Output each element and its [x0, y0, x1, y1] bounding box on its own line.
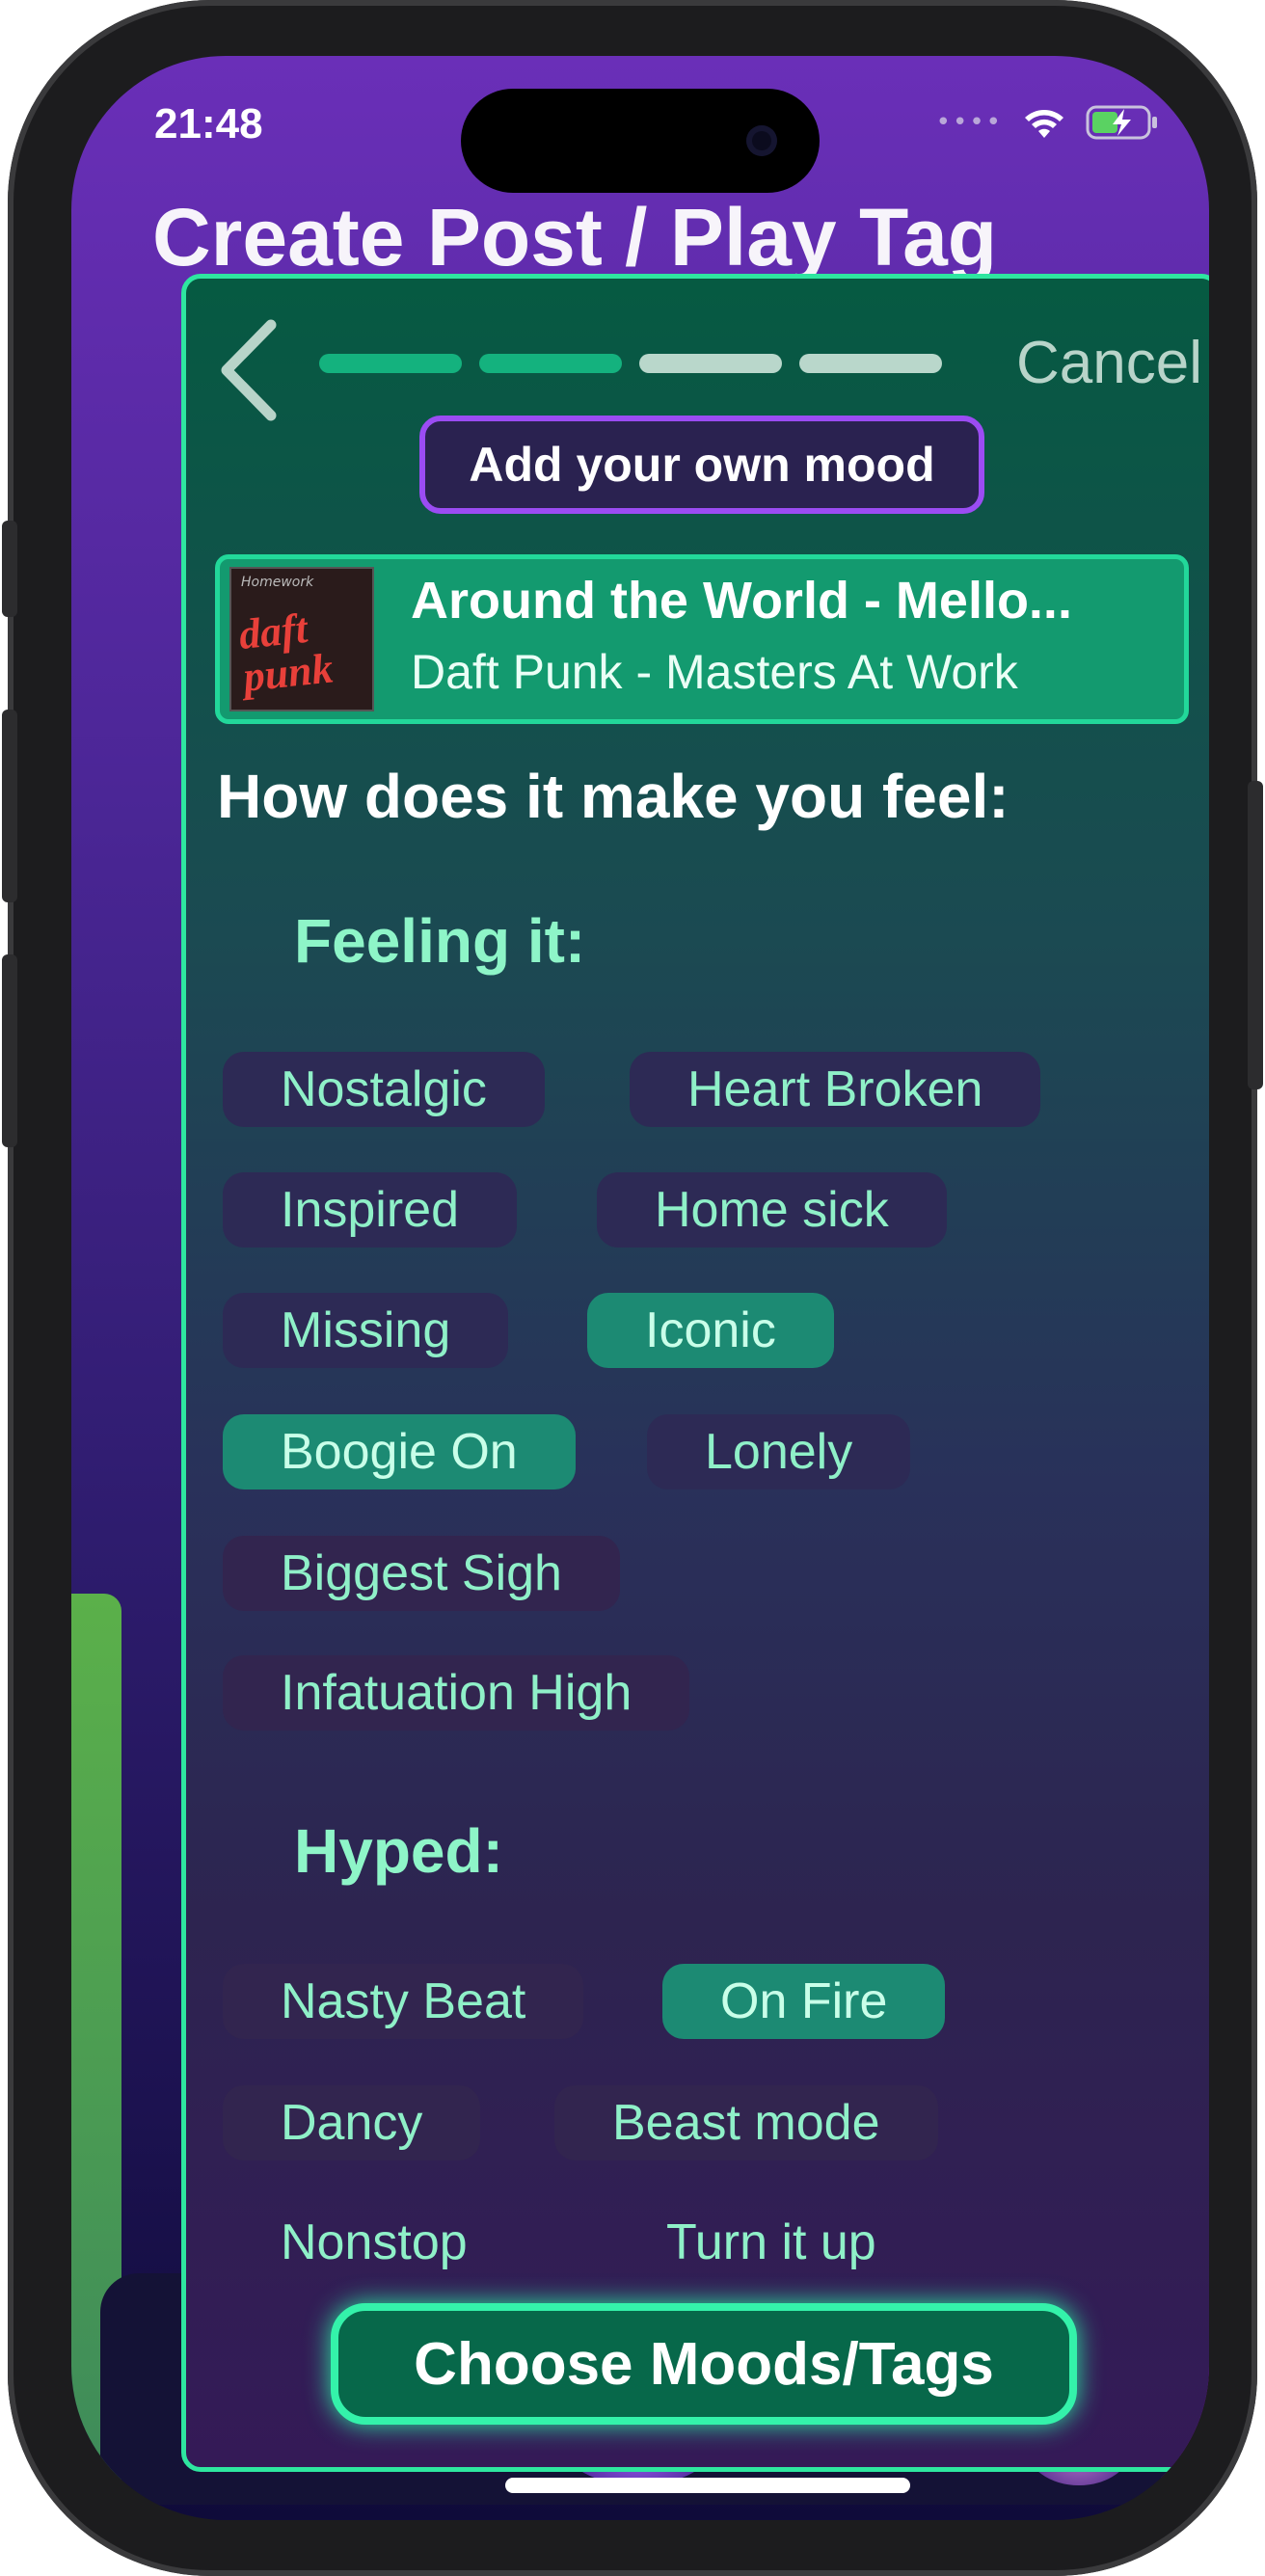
song-title: Around the World - Mello... [411, 572, 1072, 630]
progress-segment-complete [319, 354, 462, 373]
mood-chip[interactable]: Dancy [223, 2085, 481, 2160]
status-indicators: •••• [936, 104, 1159, 141]
mood-chip[interactable]: Nonstop [223, 2205, 525, 2280]
back-button[interactable] [215, 317, 283, 423]
cancel-button[interactable]: Cancel [1016, 329, 1202, 397]
mood-chip[interactable]: Home sick [597, 1172, 947, 1248]
phone-frame: Create Post / Play Tag 21:48 •••• Cancel… [2, 0, 1263, 2576]
add-own-mood-button[interactable]: Add your own mood [419, 416, 984, 514]
battery-charging-icon [1086, 105, 1157, 140]
mood-chip[interactable]: Nasty Beat [223, 1964, 584, 2039]
silent-switch [2, 521, 17, 617]
mood-chip[interactable]: Missing [223, 1293, 509, 1368]
mood-chip[interactable]: Turn it up [608, 2205, 934, 2280]
mood-chip[interactable]: Infatuation High [223, 1655, 690, 1731]
front-camera-icon [746, 125, 777, 156]
status-time: 21:48 [154, 100, 263, 148]
section-title-hyped: Hyped: [294, 1816, 503, 1886]
mood-chip-selected[interactable]: On Fire [662, 1964, 946, 2039]
section-title-feeling-it: Feeling it: [294, 906, 586, 976]
progress-segment-complete [479, 354, 622, 373]
choose-moods-tags-button[interactable]: Choose Moods/Tags [331, 2303, 1077, 2425]
mood-chip-selected[interactable]: Iconic [587, 1293, 834, 1368]
volume-up-button [2, 710, 17, 902]
mood-chip[interactable]: Heart Broken [630, 1052, 1041, 1127]
mood-chip[interactable]: Biggest Sigh [223, 1536, 620, 1611]
dynamic-island [461, 89, 820, 193]
mood-chip[interactable]: Inspired [223, 1172, 517, 1248]
step-progress [319, 354, 942, 373]
mood-tag-modal: Cancel Add your own mood Homework daft p… [181, 274, 1209, 2472]
song-subtitle: Daft Punk - Masters At Work [411, 645, 1018, 699]
background-title: Create Post / Play Tag [152, 192, 998, 282]
mood-chip[interactable]: Nostalgic [223, 1052, 545, 1127]
home-indicator[interactable] [505, 2478, 910, 2493]
album-art-subtext: Homework [241, 575, 314, 590]
volume-down-button [2, 954, 17, 1147]
screen: Create Post / Play Tag 21:48 •••• Cancel… [71, 56, 1209, 2520]
mood-chip-selected[interactable]: Boogie On [223, 1414, 576, 1489]
power-button [1248, 781, 1263, 1089]
progress-segment-pending [799, 354, 942, 373]
feel-question: How does it make you feel: [217, 762, 1009, 831]
mood-chip[interactable]: Beast mode [554, 2085, 938, 2160]
chevron-left-icon [221, 319, 277, 421]
album-art: Homework daft punk [229, 567, 374, 711]
song-card: Homework daft punk Around the World - Me… [215, 554, 1189, 724]
mood-chip[interactable]: Lonely [647, 1414, 911, 1489]
album-art-logo: daft punk [236, 604, 336, 701]
progress-segment-pending [639, 354, 782, 373]
cellular-signal-icon: •••• [935, 108, 1003, 137]
wifi-icon [1025, 110, 1063, 138]
